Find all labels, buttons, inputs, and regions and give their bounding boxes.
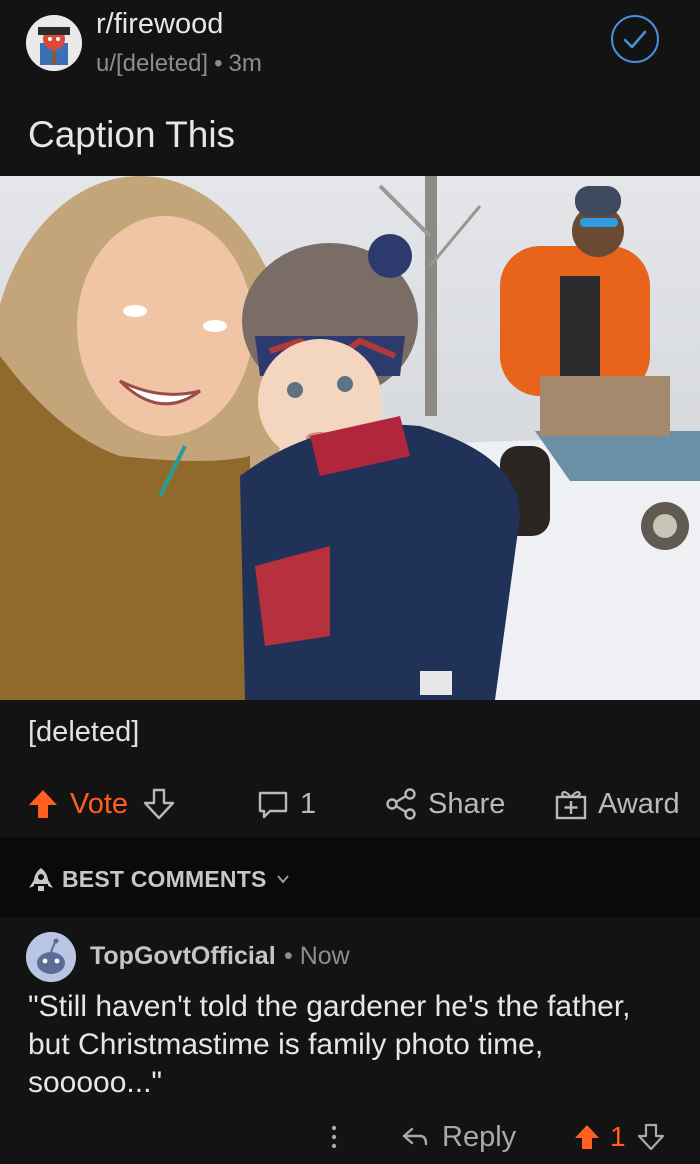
comment-separator: • (284, 942, 293, 970)
post-meta: u/[deleted] • 3m (96, 50, 262, 78)
post-age: 3m (228, 50, 262, 77)
reply-icon (400, 1122, 430, 1152)
more-options-icon[interactable] (324, 1114, 344, 1160)
chevron-down-icon (276, 872, 290, 886)
commenter-username[interactable]: TopGovtOfficial (90, 942, 276, 971)
comment-text: "Still haven't told the gardener he's th… (28, 990, 631, 1099)
comment-score: 1 (610, 1121, 626, 1152)
comment-sort-bar[interactable]: BEST COMMENTS (0, 838, 700, 918)
post-header: r/firewood u/[deleted] • 3m (0, 0, 700, 100)
sort-label: BEST COMMENTS (62, 866, 267, 892)
award-icon (554, 787, 588, 821)
meta-separator: • (214, 50, 223, 77)
comment-icon (256, 787, 290, 821)
upvote-icon[interactable] (26, 787, 60, 821)
comment-time-value: Now (299, 942, 350, 970)
award-label: Award (598, 787, 680, 820)
downvote-icon[interactable] (142, 787, 176, 821)
share-label: Share (428, 787, 506, 820)
post-action-bar: Vote 1 Share Award (0, 770, 700, 838)
commenter-avatar[interactable] (26, 932, 76, 982)
post-body: [deleted] (28, 716, 140, 748)
joined-check-icon[interactable] (611, 15, 659, 63)
vote-control: Vote (26, 770, 176, 838)
subreddit-avatar[interactable] (26, 15, 82, 71)
share-button[interactable]: Share (384, 770, 505, 838)
comment-time: • Now (284, 942, 350, 971)
comment-actions: Reply 1 (0, 1114, 700, 1160)
reply-label: Reply (442, 1120, 517, 1153)
share-icon (384, 787, 418, 821)
comment-upvote-icon[interactable] (572, 1122, 602, 1152)
post-image[interactable] (0, 176, 700, 700)
reply-button[interactable]: Reply (400, 1114, 516, 1160)
post-author[interactable]: u/[deleted] (96, 50, 208, 77)
comment-vote-control: 1 (572, 1114, 666, 1160)
rocket-icon (27, 866, 55, 894)
subreddit-name[interactable]: r/firewood (96, 8, 223, 41)
post-title[interactable]: Caption This (28, 114, 235, 156)
comments-button[interactable]: 1 (256, 770, 316, 838)
comment-downvote-icon[interactable] (636, 1122, 666, 1152)
vote-label: Vote (70, 787, 129, 820)
comment-count: 1 (300, 787, 317, 820)
award-button[interactable]: Award (554, 770, 680, 838)
comment-item: TopGovtOfficial • Now "Still haven't tol… (0, 918, 700, 1164)
